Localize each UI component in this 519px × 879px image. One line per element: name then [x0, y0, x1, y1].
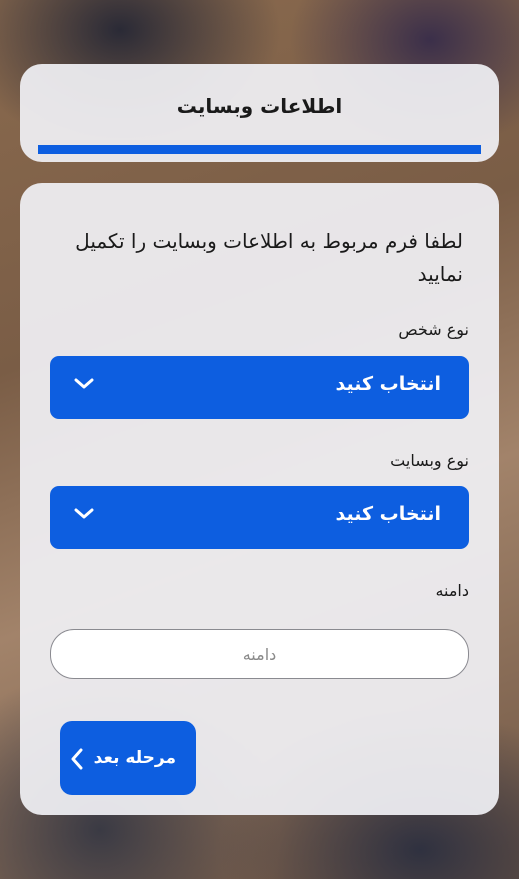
chevron-down-icon: [74, 378, 94, 389]
progress-bar: [38, 145, 481, 154]
chevron-left-icon: [71, 748, 83, 770]
person-type-select[interactable]: انتخاب کنید: [50, 356, 469, 419]
form-instructions: لطفا فرم مربوط به اطلاعات وبسایت را تکمی…: [75, 229, 463, 286]
website-type-label: نوع وبسایت: [390, 451, 469, 470]
person-type-value: انتخاب کنید: [335, 373, 441, 395]
domain-label: دامنه: [435, 581, 469, 600]
domain-input[interactable]: [50, 629, 469, 679]
page-title: اطلاعات وبسایت: [176, 94, 343, 118]
person-type-label: نوع شخص: [398, 320, 469, 339]
progress-bar-fill: [38, 145, 481, 154]
website-type-value: انتخاب کنید: [335, 503, 441, 525]
website-type-select[interactable]: انتخاب کنید: [50, 486, 469, 549]
header-card: اطلاعات وبسایت: [20, 64, 499, 162]
form-card: لطفا فرم مربوط به اطلاعات وبسایت را تکمی…: [20, 183, 499, 815]
chevron-down-icon: [74, 508, 94, 519]
next-step-button[interactable]: مرحله بعد: [60, 721, 196, 795]
next-step-label: مرحله بعد: [93, 748, 176, 768]
